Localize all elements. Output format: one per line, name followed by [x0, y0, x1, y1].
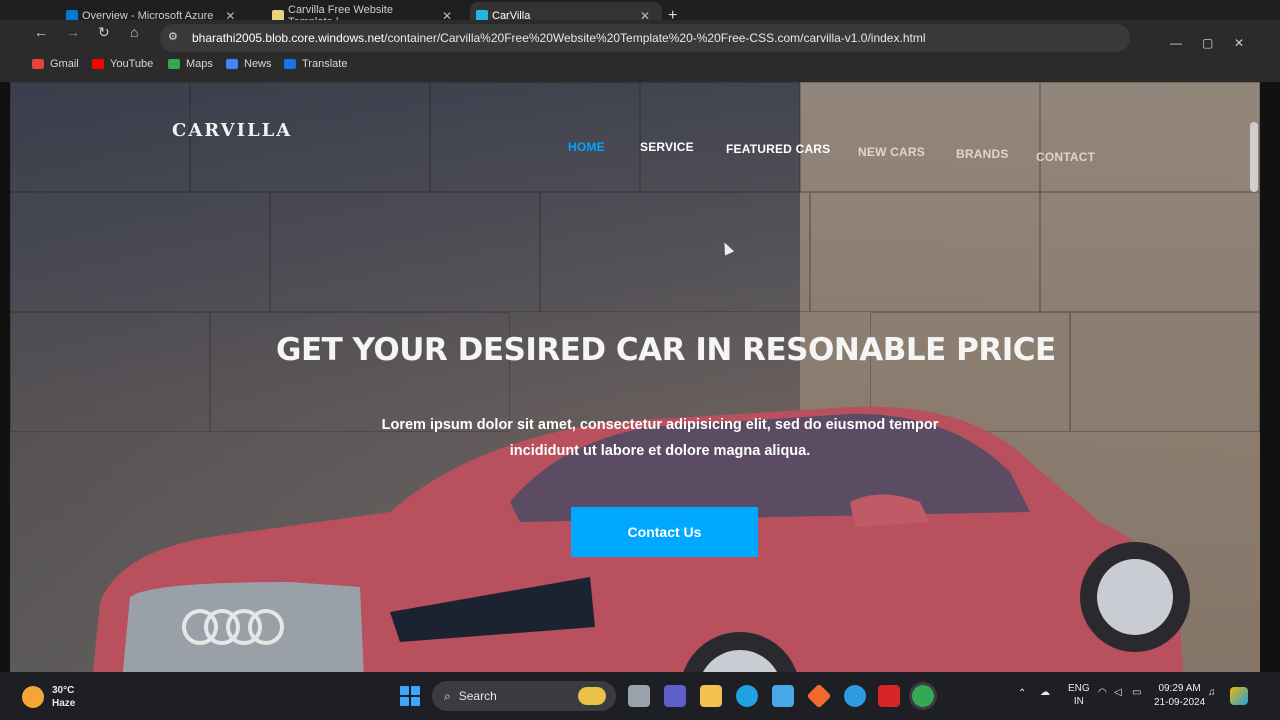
gmail-icon	[32, 59, 44, 69]
hero-subtitle: Lorem ipsum dolor sit amet, consectetur …	[381, 417, 939, 459]
bookmark-youtube[interactable]: YouTube	[92, 58, 153, 70]
chrome-icon[interactable]	[912, 685, 934, 707]
bookmark-gmail[interactable]: Gmail	[32, 58, 79, 70]
windows-taskbar: 30°C Haze ⌕ Search ⌃ ☁ ENG IN ◠ ◁ ▭ 09:2…	[0, 672, 1280, 720]
volume-icon[interactable]: ◁	[1114, 687, 1122, 698]
nav-contact[interactable]: CONTACT	[1036, 150, 1095, 164]
edge-icon[interactable]	[736, 685, 758, 707]
language-indicator[interactable]: ENG IN	[1068, 682, 1090, 708]
translate-icon	[284, 59, 296, 69]
address-bar[interactable]: ⚙ bharathi2005.blob.core.windows.net/con…	[160, 24, 1130, 52]
nav-featured-cars[interactable]: FEATURED CARS	[726, 142, 830, 156]
back-icon[interactable]: ←	[34, 24, 48, 40]
minimize-icon[interactable]: —	[1170, 36, 1182, 50]
onedrive-icon[interactable]: ☁	[1040, 687, 1050, 698]
site-logo[interactable]: CARVILLA	[172, 120, 292, 141]
start-button[interactable]	[400, 686, 420, 706]
page-scrollbar[interactable]	[1250, 122, 1258, 192]
mcafee-icon[interactable]	[878, 685, 900, 707]
url-text: bharathi2005.blob.core.windows.net/conta…	[192, 31, 926, 45]
rear-rim	[1097, 559, 1173, 635]
show-hidden-icons-icon[interactable]: ⌃	[1018, 688, 1026, 699]
notification-bell-icon[interactable]: ♫	[1208, 687, 1216, 698]
window-close-icon[interactable]: ✕	[1234, 36, 1244, 50]
nav-home[interactable]: HOME	[568, 140, 605, 154]
car-grille	[122, 582, 364, 672]
weather-desc: Haze	[52, 698, 76, 709]
nav-service[interactable]: SERVICE	[640, 140, 694, 154]
nav-brands[interactable]: BRANDS	[956, 147, 1009, 161]
home-icon[interactable]: ⌂	[130, 24, 138, 40]
wifi-icon[interactable]: ◠	[1098, 687, 1107, 698]
contact-us-button[interactable]: Contact Us	[571, 507, 758, 557]
taskbar-search[interactable]: ⌕ Search	[432, 681, 616, 711]
weather-widget[interactable]: 30°C Haze	[22, 684, 75, 710]
weather-temp: 30°C	[52, 685, 75, 696]
clock[interactable]: 09:29 AM 21-09-2024	[1154, 682, 1205, 710]
battery-icon[interactable]: ▭	[1132, 687, 1141, 698]
bookmark-news[interactable]: News	[226, 58, 272, 70]
hero-title: GET YOUR DESIRED CAR IN RESONABLE PRICE	[276, 332, 1056, 368]
search-label: Search	[458, 689, 497, 703]
maximize-icon[interactable]: ▢	[1202, 36, 1213, 50]
bookmark-translate[interactable]: Translate	[284, 58, 347, 70]
weather-haze-icon	[22, 686, 44, 708]
copilot-icon[interactable]	[1230, 687, 1248, 705]
task-view-icon[interactable]	[628, 685, 650, 707]
search-icon: ⌕	[444, 688, 451, 703]
reload-icon[interactable]: ↻	[98, 24, 110, 40]
hero-section: CARVILLA HOME SERVICE FEATURED CARS NEW …	[10, 82, 1260, 672]
bookmark-maps[interactable]: Maps	[168, 58, 213, 70]
site-info-icon[interactable]: ⚙	[168, 30, 182, 44]
nav-new-cars[interactable]: NEW CARS	[858, 145, 925, 159]
store-icon[interactable]	[772, 685, 794, 707]
news-icon	[226, 59, 238, 69]
youtube-icon	[92, 59, 104, 69]
app-globe-icon[interactable]	[844, 685, 866, 707]
app-diamond-icon[interactable]	[806, 683, 832, 709]
file-explorer-icon[interactable]	[700, 685, 722, 707]
bookmarks-bar: Gmail YouTube Maps News Translate	[0, 54, 1280, 82]
forward-icon[interactable]: →	[66, 24, 80, 40]
teams-icon[interactable]	[664, 685, 686, 707]
search-highlight-icon	[578, 687, 606, 705]
maps-icon	[168, 59, 180, 69]
